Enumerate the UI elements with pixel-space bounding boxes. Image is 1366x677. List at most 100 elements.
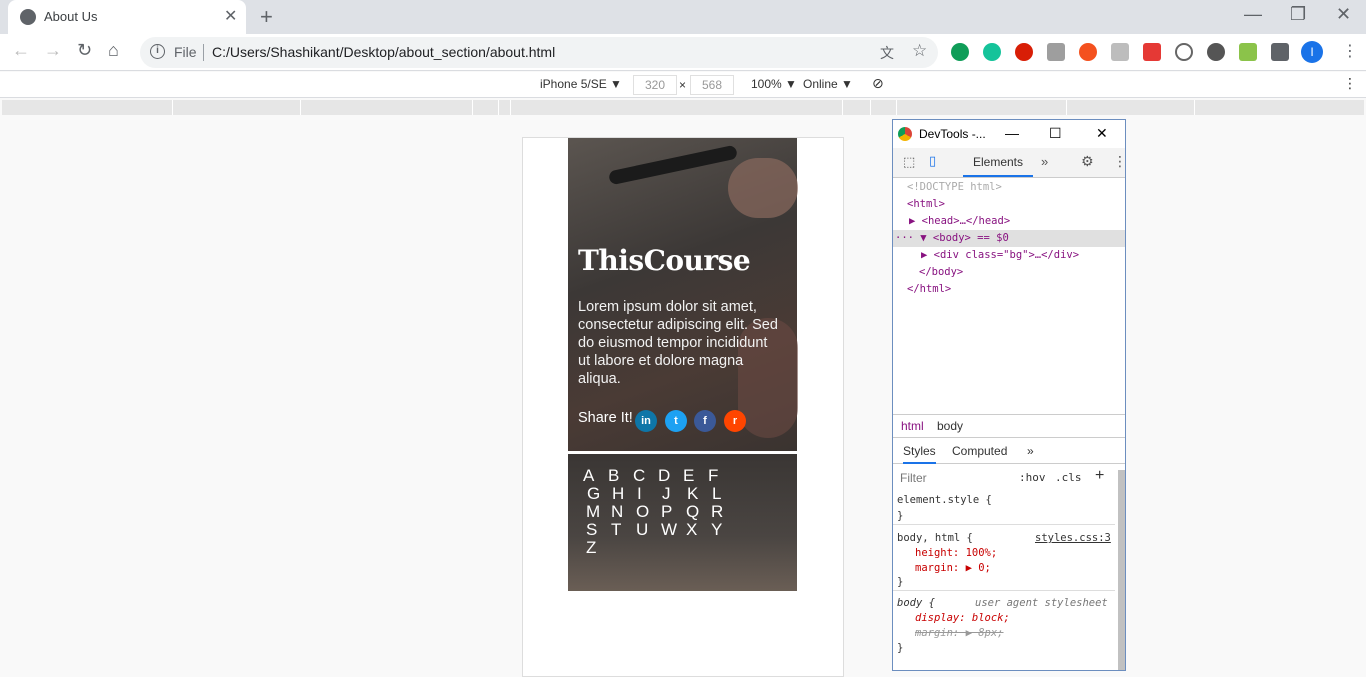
alphabet-letter[interactable]: O <box>636 502 661 522</box>
more-styles-tabs-icon[interactable]: » <box>1027 444 1034 458</box>
breadcrumb-body[interactable]: body <box>937 419 963 433</box>
dom-node[interactable]: ▶ <head>…</head> <box>909 213 1010 230</box>
device-more-icon[interactable]: ⋮ <box>1343 75 1357 92</box>
alphabet-letter[interactable]: F <box>708 466 733 486</box>
close-window-button[interactable]: ✕ <box>1336 4 1351 25</box>
back-icon[interactable]: ← <box>12 40 30 61</box>
forward-icon[interactable]: → <box>44 40 62 61</box>
url-text[interactable]: C:/Users/Shashikant/Desktop/about_sectio… <box>212 44 555 60</box>
more-tabs-icon[interactable]: » <box>1041 154 1048 169</box>
address-bar[interactable]: i File C:/Users/Shashikant/Desktop/about… <box>140 37 938 68</box>
close-tab-icon[interactable]: ✕ <box>224 6 237 26</box>
alphabet-letter[interactable]: T <box>611 520 636 540</box>
extension-icon[interactable] <box>1239 43 1257 61</box>
alphabet-letter[interactable]: U <box>636 520 661 540</box>
rule-selector: body { <box>897 597 935 609</box>
alphabet-letter[interactable]: Q <box>686 502 711 522</box>
browser-tab[interactable]: About Us ✕ <box>8 0 246 34</box>
screenshot-icon[interactable] <box>1143 43 1161 61</box>
profile-avatar[interactable]: I <box>1301 41 1323 63</box>
alphabet-letter[interactable]: M <box>586 502 611 522</box>
alphabet-letter[interactable]: E <box>683 466 708 486</box>
reddit-icon[interactable]: r <box>724 410 746 432</box>
alphabet-letter[interactable]: B <box>608 466 633 486</box>
restore-button[interactable]: ❐ <box>1290 4 1306 25</box>
add-rule-button[interactable]: + <box>1095 467 1104 485</box>
devtools-menu-icon[interactable]: ⋮ <box>1113 153 1127 170</box>
twitter-icon[interactable]: t <box>665 410 687 432</box>
css-property[interactable]: margin: ▶ 0; <box>915 562 991 574</box>
bookmark-star-icon[interactable]: ☆ <box>912 41 927 61</box>
home-icon[interactable]: ⌂ <box>108 40 119 61</box>
alphabet-letter[interactable]: I <box>637 484 662 504</box>
dom-node[interactable]: <html> <box>907 196 945 213</box>
code-icon[interactable] <box>1175 43 1193 61</box>
alphabet-letter[interactable]: R <box>711 502 736 522</box>
styles-scrollbar[interactable] <box>1118 470 1125 670</box>
breadcrumb-html[interactable]: html <box>901 419 924 433</box>
height-input[interactable]: 568 <box>690 75 734 95</box>
extension-icon[interactable] <box>951 43 969 61</box>
info-icon[interactable]: i <box>150 44 165 59</box>
devtools-close-button[interactable]: ✕ <box>1096 125 1108 142</box>
dom-node[interactable]: <!DOCTYPE html> <box>907 179 1002 196</box>
alphabet-letter[interactable]: C <box>633 466 658 486</box>
times-label: × <box>679 78 687 92</box>
minimize-button[interactable]: — <box>1244 4 1262 25</box>
new-tab-button[interactable]: + <box>260 4 273 30</box>
filter-input[interactable]: Filter <box>900 471 927 485</box>
facebook-icon[interactable]: f <box>694 410 716 432</box>
background-image-pen <box>607 144 739 186</box>
alphabet-letter[interactable]: A <box>583 466 608 486</box>
alphabet-letter[interactable]: Y <box>711 520 736 540</box>
alphabet-letter[interactable]: L <box>712 484 737 504</box>
alphabet-letter[interactable]: H <box>612 484 637 504</box>
alphabet-letter[interactable]: Z <box>586 538 611 558</box>
media-query-bar[interactable] <box>2 100 1364 115</box>
hov-toggle[interactable]: :hov <box>1019 471 1046 484</box>
alphabet-letter[interactable]: G <box>587 484 612 504</box>
rule-selector[interactable]: element.style { <box>897 494 992 506</box>
source-link[interactable]: styles.css:3 <box>1035 532 1111 544</box>
css-property[interactable]: height: 100%; <box>915 547 997 559</box>
camera-icon[interactable] <box>1111 43 1129 61</box>
settings-gear-icon[interactable]: ⚙ <box>1081 153 1094 170</box>
alphabet-letter[interactable]: K <box>687 484 712 504</box>
width-input[interactable]: 320 <box>633 75 677 95</box>
alphabet-letter[interactable]: P <box>661 502 686 522</box>
puzzle-icon[interactable] <box>1271 43 1289 61</box>
adblock-icon[interactable] <box>1015 43 1033 61</box>
divider <box>893 590 1115 591</box>
devtools-minimize-button[interactable]: — <box>1005 125 1019 141</box>
dom-node[interactable]: ▶ <div class="bg">…</div> <box>921 247 1079 264</box>
network-select[interactable]: Online ▼ <box>803 77 853 91</box>
device-select[interactable]: iPhone 5/SE ▼ <box>540 77 622 91</box>
alphabet-letter[interactable]: X <box>686 520 711 540</box>
extension-icon[interactable] <box>1207 43 1225 61</box>
alphabet-letter[interactable]: D <box>658 466 683 486</box>
reload-icon[interactable]: ↻ <box>77 40 92 61</box>
dom-node-selected[interactable]: ··· ▼ <body> == $0 <box>895 230 1009 247</box>
inspect-icon[interactable]: ⬚ <box>903 154 915 170</box>
rule-selector[interactable]: body, html { <box>897 532 973 544</box>
alphabet-letter[interactable]: J <box>662 484 687 504</box>
tab-elements[interactable]: Elements <box>963 148 1033 177</box>
cls-toggle[interactable]: .cls <box>1055 471 1082 484</box>
tab-styles[interactable]: Styles <box>903 444 936 464</box>
linkedin-icon[interactable]: in <box>635 410 657 432</box>
alphabet-letter[interactable]: N <box>611 502 636 522</box>
extension-icon[interactable] <box>1047 43 1065 61</box>
extension-icon[interactable] <box>1079 43 1097 61</box>
devtools-maximize-button[interactable]: ☐ <box>1049 125 1062 142</box>
device-toggle-icon[interactable]: ▯ <box>929 153 936 169</box>
zoom-select[interactable]: 100% ▼ <box>751 77 797 91</box>
dom-node[interactable]: </body> <box>919 264 963 281</box>
grammarly-icon[interactable] <box>983 43 1001 61</box>
translate-icon[interactable]: 文 <box>880 43 894 63</box>
rotate-icon[interactable]: ⊘ <box>872 75 884 92</box>
more-menu-icon[interactable]: ⋮ <box>1342 41 1358 61</box>
alphabet-letter[interactable]: W <box>661 520 686 540</box>
alphabet-letter[interactable]: S <box>586 520 611 540</box>
tab-computed[interactable]: Computed <box>952 444 1007 458</box>
dom-node[interactable]: </html> <box>907 281 951 298</box>
